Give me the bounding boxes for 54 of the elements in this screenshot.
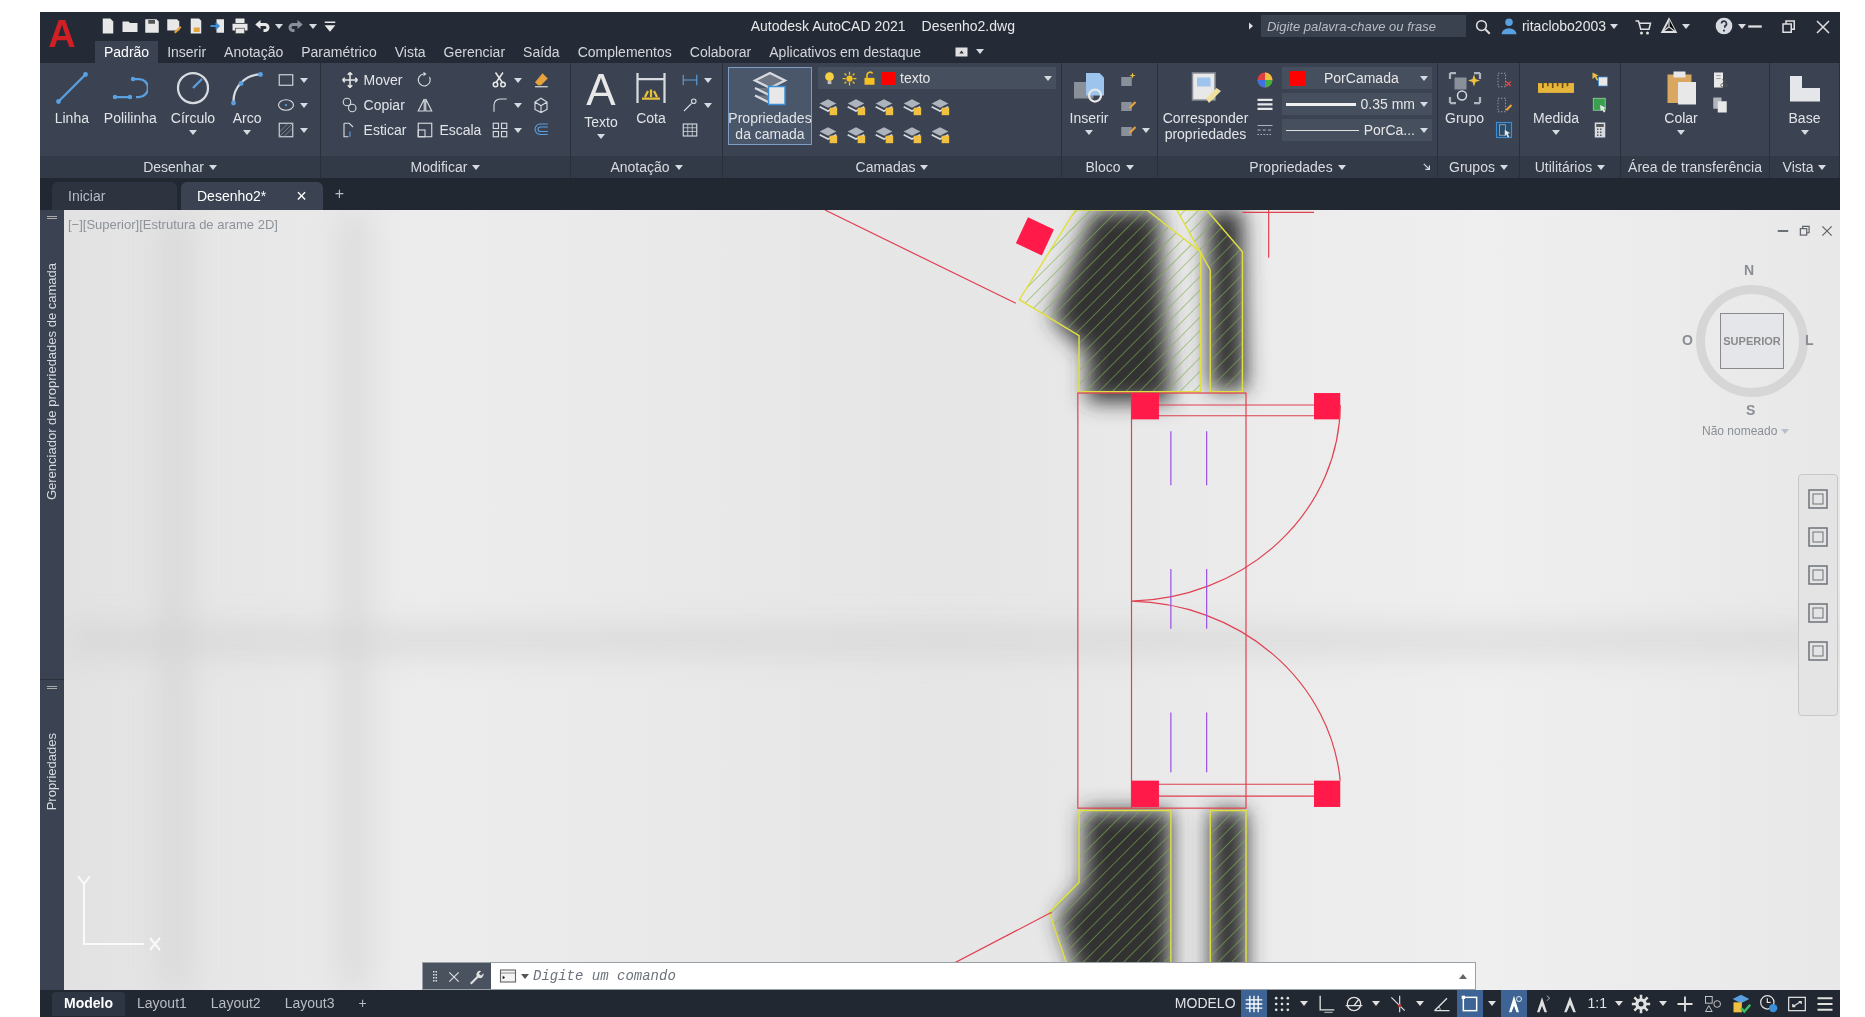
panel-title[interactable]: Camadas <box>855 156 916 178</box>
ribbon-tab[interactable]: Saída <box>514 40 569 63</box>
ribbon-tab[interactable]: Paramétrico <box>292 40 386 63</box>
ribbon-button[interactable]: Colar <box>1659 67 1703 138</box>
ribbon-button[interactable]: A Texto <box>579 67 623 142</box>
layer-name: texto <box>900 68 932 88</box>
document-tab[interactable]: Iniciar <box>52 182 177 210</box>
tool-button[interactable]: Escala <box>414 119 484 141</box>
close-tab-button[interactable]: × <box>296 182 307 210</box>
ribbon-button[interactable]: Medida <box>1529 67 1583 138</box>
layout-tab[interactable]: Layout2 <box>198 991 273 1016</box>
ribbon-tab[interactable]: Colaborar <box>680 40 761 63</box>
palette-tab[interactable]: Gerenciador de propriedades de camada <box>42 263 62 501</box>
tool-button[interactable]: Esticar <box>338 119 409 141</box>
status-toggle[interactable]: MODELO <box>1171 990 1239 1017</box>
ribbon-button[interactable]: Corresponder propriedades <box>1163 67 1248 145</box>
palette-tab[interactable]: Propriedades <box>42 733 62 811</box>
property-dropdown[interactable]: 0.35 mm <box>1282 93 1432 115</box>
user-name[interactable]: ritaclobo2003 <box>1521 15 1606 37</box>
ribbon-button[interactable]: Base <box>1782 67 1827 138</box>
tool-button[interactable]: Mover <box>338 69 409 91</box>
ribbon-tab[interactable]: Vista <box>385 40 435 63</box>
layout-tab[interactable]: Layout3 <box>272 991 347 1016</box>
property-value: 0.35 mm <box>1360 94 1415 114</box>
new-tab-button[interactable]: + <box>334 182 345 206</box>
ribbon-button[interactable]: Cota <box>629 67 673 129</box>
ribbon-button[interactable]: Círculo <box>166 67 220 138</box>
layout-tab[interactable]: Modelo <box>52 991 125 1016</box>
ribbon-button[interactable]: Linha <box>49 67 94 129</box>
property-dropdown[interactable]: PorCa... <box>1282 119 1432 141</box>
document-tab[interactable]: Desenho2* × <box>181 182 323 210</box>
ribbon-tab[interactable]: Complementos <box>568 40 681 63</box>
app-logo: A <box>47 12 77 56</box>
text-glyph-icon: A <box>586 70 616 110</box>
layer-dropdown[interactable]: texto <box>818 67 1056 89</box>
property-value: PorCamada <box>1324 68 1400 88</box>
search-field[interactable]: Digite palavra-chave ou frase <box>1260 15 1466 37</box>
property-value: PorCa... <box>1363 120 1415 140</box>
ribbon-button[interactable]: Grupo <box>1442 67 1487 129</box>
ribbon-tab[interactable]: Inserir <box>158 40 216 63</box>
layout-tab[interactable]: Layout1 <box>125 991 199 1016</box>
file-name: Desenho2.dwg <box>921 16 1015 36</box>
status-toggle[interactable]: 1:1 <box>1584 990 1610 1017</box>
ribbon-button[interactable]: Arco <box>225 67 270 138</box>
ribbon-tab[interactable]: Aplicativos em destaque <box>760 40 931 63</box>
app-title: Autodesk AutoCAD 2021 <box>750 16 906 36</box>
ribbon-button[interactable]: Inserir <box>1067 67 1111 138</box>
property-dropdown[interactable]: PorCamada <box>1282 67 1432 89</box>
ribbon-tab[interactable]: Anotação <box>215 40 293 63</box>
ribbon-tab[interactable]: Padrão <box>95 40 159 63</box>
tool-button[interactable]: Copiar <box>338 94 409 116</box>
ribbon-tab[interactable]: Gerenciar <box>434 40 515 63</box>
add-layout-button[interactable]: + <box>346 991 379 1016</box>
ribbon-button[interactable]: Polilinha <box>99 67 161 129</box>
